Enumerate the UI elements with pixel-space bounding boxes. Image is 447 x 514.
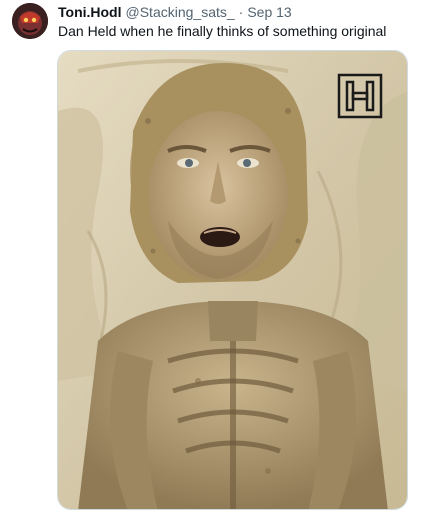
tweet-text: Dan Held when he finally thinks of somet… [58,23,387,39]
author-handle[interactable]: @Stacking_sats_ [126,3,235,21]
tweet[interactable]: Toni.Hodl @Stacking_sats_ · Sep 13 Dan H… [0,0,447,514]
tweet-header: Toni.Hodl @Stacking_sats_ · Sep 13 [58,3,292,21]
avatar-image [12,3,48,39]
mummy-meme-image [58,51,407,509]
tweet-date[interactable]: Sep 13 [247,3,291,21]
tweet-media[interactable] [57,50,408,510]
avatar[interactable] [12,3,48,39]
h-logo-icon [337,73,383,119]
separator-dot: · [238,4,244,20]
author-display-name[interactable]: Toni.Hodl [58,3,122,21]
